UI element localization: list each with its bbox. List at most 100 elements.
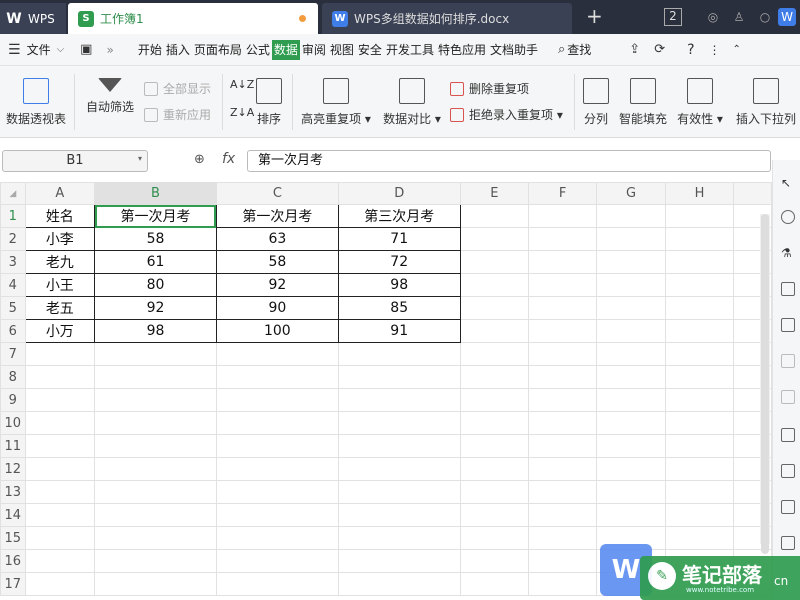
- empty-cell[interactable]: [664, 204, 735, 228]
- empty-cell[interactable]: [215, 434, 339, 458]
- table-cell[interactable]: 72: [337, 250, 461, 274]
- file-menu[interactable]: 文件: [25, 40, 53, 60]
- image-icon[interactable]: [781, 428, 795, 442]
- empty-cell[interactable]: [24, 503, 96, 527]
- empty-cell[interactable]: [94, 503, 217, 527]
- search-label[interactable]: 查找: [565, 40, 593, 60]
- empty-cell[interactable]: [459, 250, 529, 274]
- wps-account-icon[interactable]: W: [778, 8, 796, 26]
- reject-duplicates-button[interactable]: 拒绝录入重复项 ▾: [450, 106, 563, 123]
- empty-cell[interactable]: [527, 480, 598, 504]
- column-header[interactable]: C: [215, 182, 339, 205]
- empty-cell[interactable]: [459, 227, 529, 251]
- select-all-corner[interactable]: ◢: [0, 182, 26, 205]
- collapse-ribbon-icon[interactable]: ⌃: [733, 44, 741, 55]
- empty-cell[interactable]: [459, 434, 529, 458]
- table-cell[interactable]: 100: [215, 319, 339, 343]
- empty-cell[interactable]: [527, 434, 598, 458]
- menu-item-start[interactable]: 开始: [136, 40, 164, 60]
- empty-cell[interactable]: [24, 388, 96, 412]
- skin-icon[interactable]: ◎: [704, 8, 722, 26]
- name-box[interactable]: B1: [2, 150, 148, 172]
- empty-cell[interactable]: [459, 342, 529, 366]
- empty-cell[interactable]: [24, 434, 96, 458]
- menu-item-developer[interactable]: 开发工具: [384, 40, 436, 60]
- empty-cell[interactable]: [337, 503, 461, 527]
- empty-cell[interactable]: [527, 411, 598, 435]
- empty-cell[interactable]: [459, 457, 529, 481]
- empty-cell[interactable]: [459, 388, 529, 412]
- empty-cell[interactable]: [596, 204, 666, 228]
- empty-cell[interactable]: [596, 411, 666, 435]
- tab-workbook[interactable]: S 工作簿1: [68, 3, 318, 34]
- empty-cell[interactable]: [527, 503, 598, 527]
- empty-cell[interactable]: [664, 503, 735, 527]
- row-header[interactable]: 9: [0, 388, 26, 412]
- menu-item-review[interactable]: 审阅: [300, 40, 328, 60]
- table-cell[interactable]: 61: [94, 250, 217, 274]
- empty-cell[interactable]: [596, 503, 666, 527]
- empty-cell[interactable]: [215, 503, 339, 527]
- row-header[interactable]: 7: [0, 342, 26, 366]
- empty-cell[interactable]: [596, 296, 666, 320]
- grid-icon[interactable]: [781, 318, 795, 332]
- empty-cell[interactable]: [215, 411, 339, 435]
- shirt-icon[interactable]: ♙: [730, 8, 748, 26]
- window-count-icon[interactable]: 2: [664, 8, 682, 26]
- empty-cell[interactable]: [527, 549, 598, 573]
- empty-cell[interactable]: [459, 411, 529, 435]
- empty-cell[interactable]: [527, 526, 598, 550]
- row-header[interactable]: 10: [0, 411, 26, 435]
- row-header[interactable]: 17: [0, 572, 26, 596]
- table-cell[interactable]: 小万: [24, 319, 96, 343]
- chevron-down-icon[interactable]: ⌵: [57, 44, 65, 55]
- empty-cell[interactable]: [24, 457, 96, 481]
- empty-cell[interactable]: [596, 319, 666, 343]
- row-header[interactable]: 8: [0, 365, 26, 389]
- search-icon[interactable]: ⌕: [558, 42, 565, 57]
- empty-cell[interactable]: [664, 480, 735, 504]
- row-header[interactable]: 4: [0, 273, 26, 297]
- empty-cell[interactable]: [459, 204, 529, 228]
- help-button[interactable]: ?: [687, 42, 694, 58]
- empty-cell[interactable]: [337, 549, 461, 573]
- empty-cell[interactable]: [337, 526, 461, 550]
- empty-cell[interactable]: [596, 457, 666, 481]
- empty-cell[interactable]: [459, 503, 529, 527]
- vertical-scrollbar[interactable]: [760, 214, 770, 554]
- menu-item-page-layout[interactable]: 页面布局: [192, 40, 244, 60]
- smart-fill-button[interactable]: 智能填充: [617, 78, 669, 127]
- column-header[interactable]: B: [94, 182, 217, 205]
- empty-cell[interactable]: [664, 434, 735, 458]
- table-cell[interactable]: 80: [94, 273, 217, 297]
- empty-cell[interactable]: [459, 273, 529, 297]
- pivot-table-button[interactable]: 数据透视表: [4, 78, 68, 127]
- new-tab-button[interactable]: +: [586, 4, 603, 28]
- table-cell[interactable]: 98: [94, 319, 217, 343]
- menu-item-special[interactable]: 特色应用: [436, 40, 488, 60]
- empty-cell[interactable]: [527, 388, 598, 412]
- empty-cell[interactable]: [337, 411, 461, 435]
- empty-cell[interactable]: [24, 480, 96, 504]
- empty-cell[interactable]: [596, 480, 666, 504]
- empty-cell[interactable]: [94, 572, 217, 596]
- table-cell[interactable]: 第一次月考: [94, 204, 217, 228]
- sort-button[interactable]: 排序: [254, 78, 284, 127]
- column-header[interactable]: D: [337, 182, 461, 205]
- empty-cell[interactable]: [24, 572, 96, 596]
- empty-cell[interactable]: [527, 319, 598, 343]
- column-header[interactable]: [733, 182, 772, 205]
- empty-cell[interactable]: [215, 388, 339, 412]
- autofilter-button[interactable]: 自动筛选: [84, 78, 136, 115]
- menu-item-formula[interactable]: 公式: [244, 40, 272, 60]
- split-column-button[interactable]: 分列: [580, 78, 612, 127]
- column-header[interactable]: E: [459, 182, 529, 205]
- table-cell[interactable]: 老五: [24, 296, 96, 320]
- empty-cell[interactable]: [94, 549, 217, 573]
- column-header[interactable]: A: [24, 182, 96, 205]
- empty-cell[interactable]: [459, 296, 529, 320]
- empty-cell[interactable]: [94, 480, 217, 504]
- fx-icon[interactable]: fx: [222, 151, 235, 167]
- table-cell[interactable]: 第一次月考: [215, 204, 339, 228]
- menu-item-doc-assistant[interactable]: 文档助手: [488, 40, 540, 60]
